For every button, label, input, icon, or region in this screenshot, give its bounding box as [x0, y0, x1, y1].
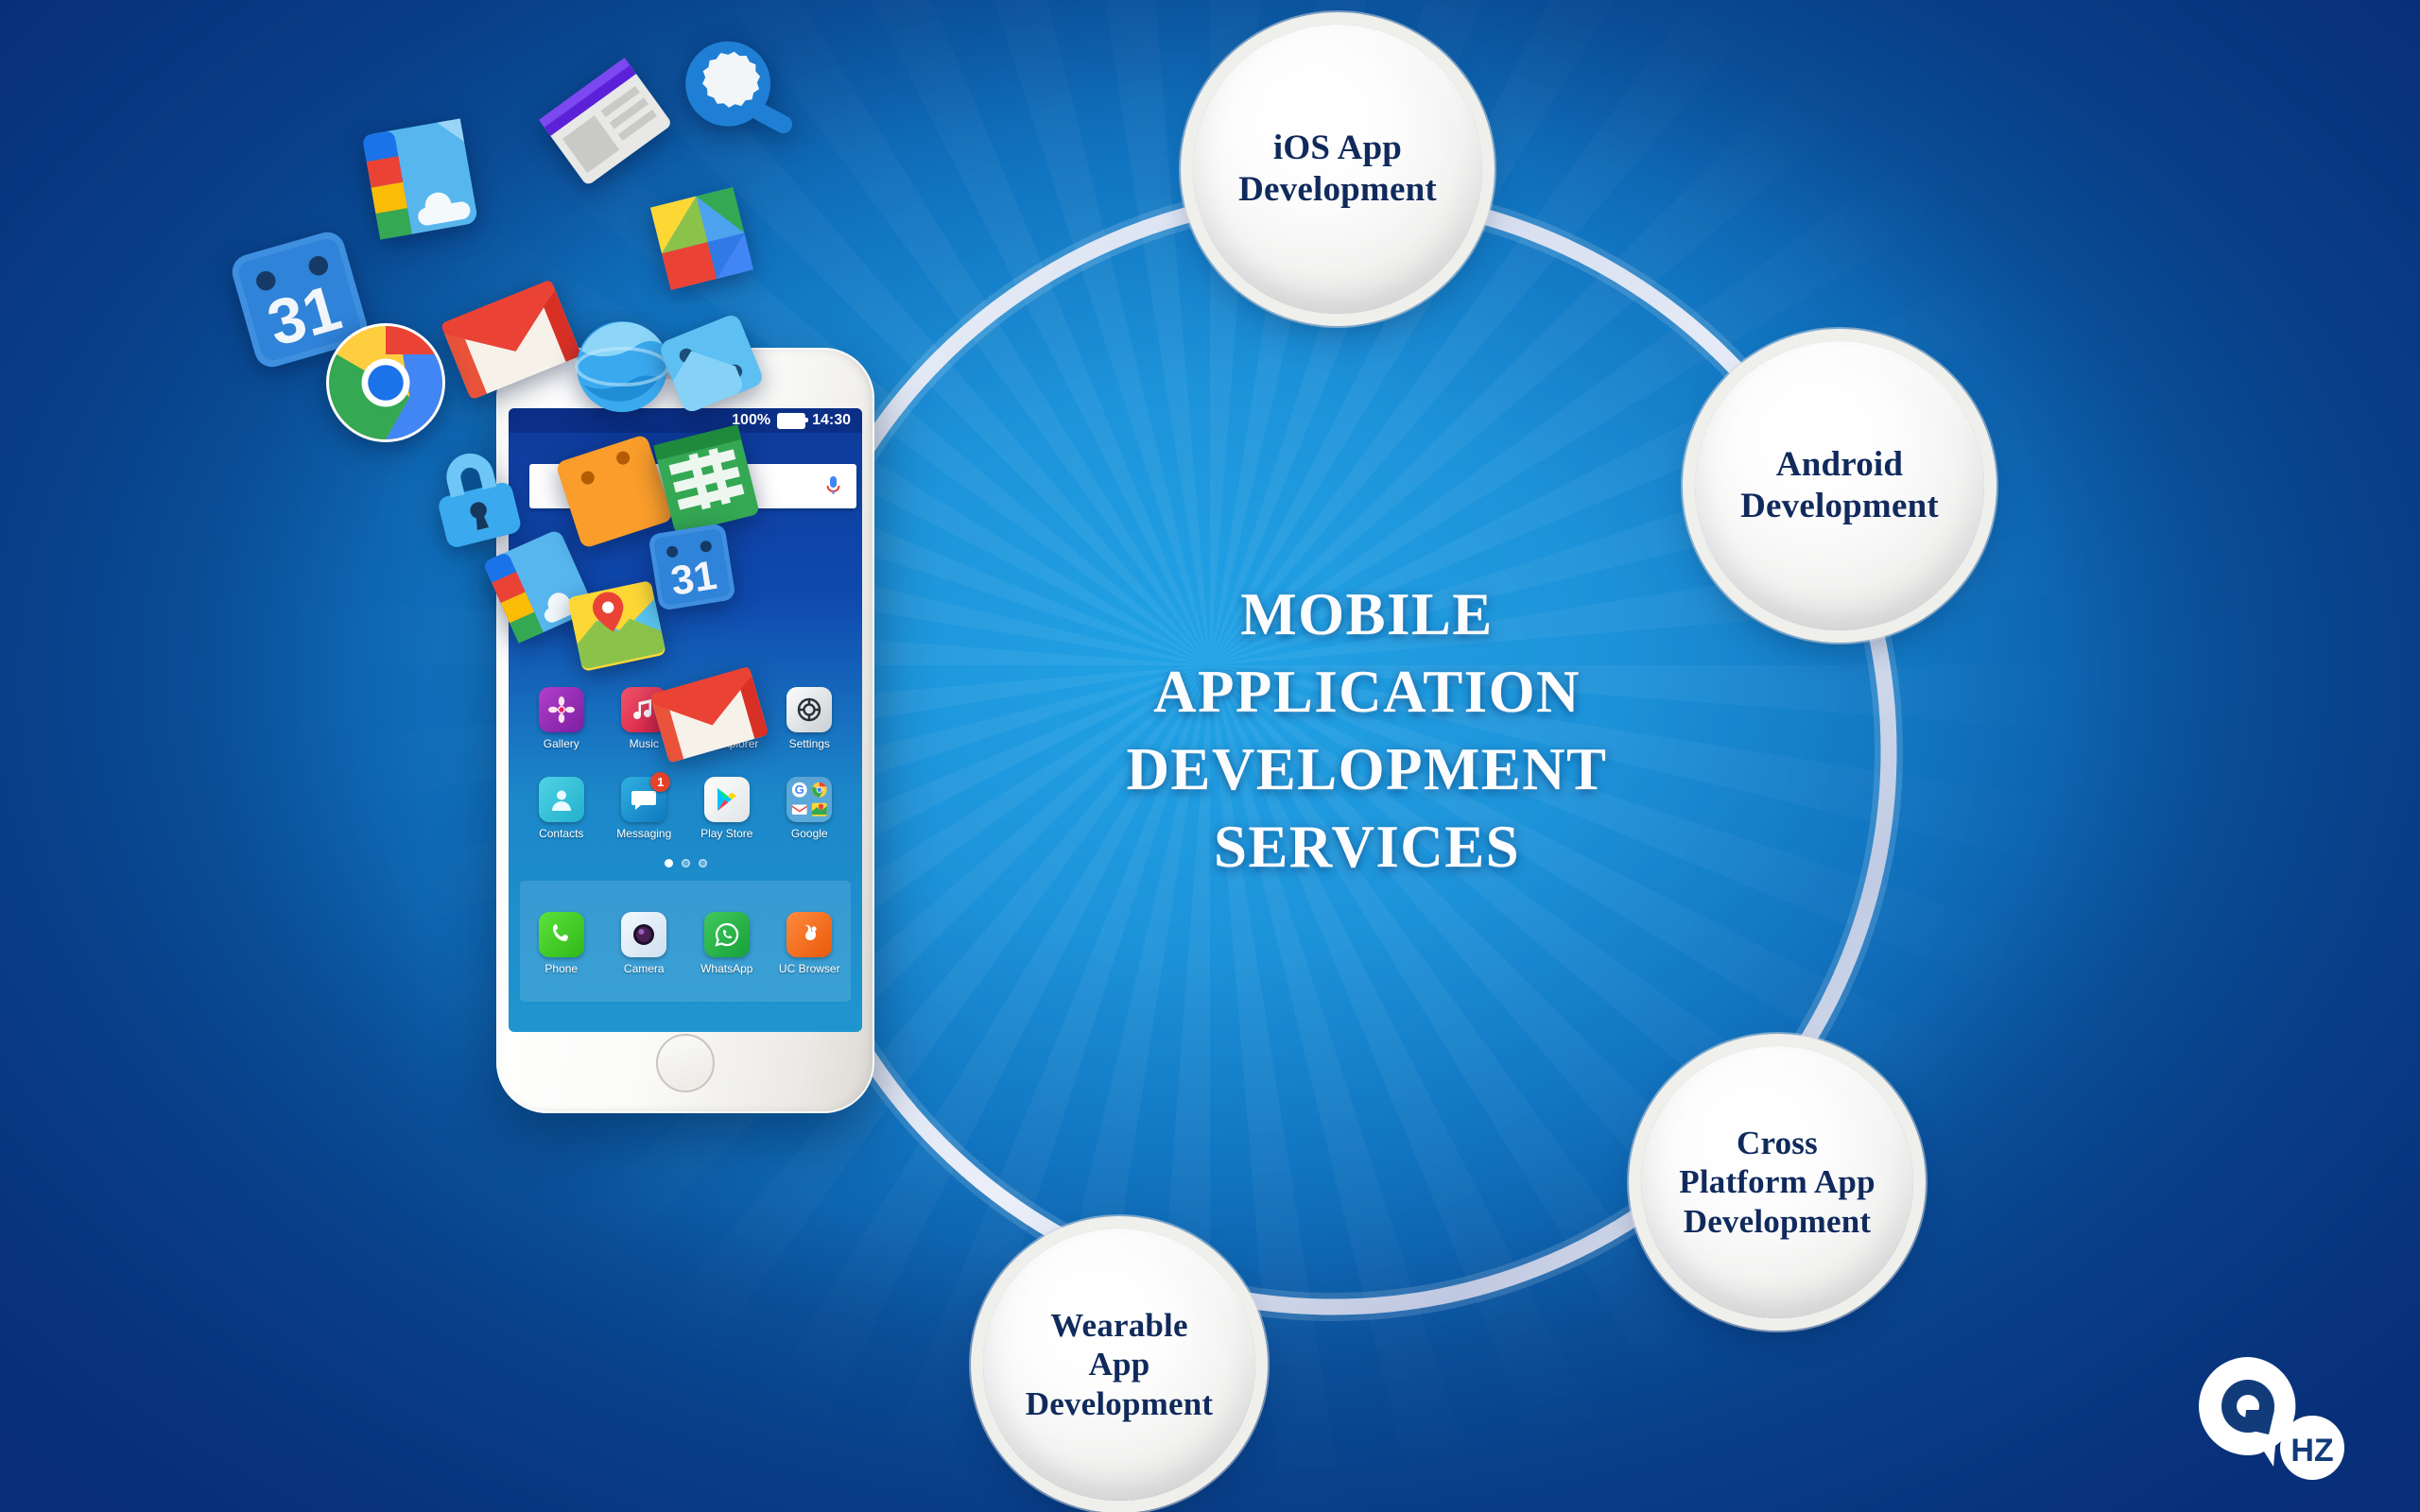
home-page-indicator	[509, 859, 862, 868]
page-dot-active[interactable]	[664, 859, 673, 868]
app-label: Messaging	[616, 827, 672, 840]
logo-suffix-label: HZ	[2290, 1433, 2333, 1469]
app-label: WhatsApp	[700, 961, 753, 975]
service-label-android: Android Development	[1740, 445, 1939, 525]
maps-icon	[811, 802, 827, 816]
page-dot[interactable]	[698, 859, 707, 868]
uc-browser-icon[interactable]	[786, 911, 833, 957]
microphone-icon[interactable]	[825, 475, 841, 498]
app-play-store[interactable]: Play Store	[691, 777, 763, 840]
app-contacts[interactable]: Contacts	[526, 777, 597, 840]
blue-camera-icon	[661, 315, 762, 412]
title-line-3: DEVELOPMENT	[1126, 735, 1608, 802]
service-label-ios: iOS App Development	[1238, 129, 1437, 209]
app-label: Contacts	[539, 827, 584, 840]
gmail-icon	[441, 281, 580, 399]
messaging-badge: 1	[650, 772, 671, 792]
svg-text:31: 31	[667, 553, 719, 605]
dock-app-camera[interactable]: Camera	[608, 911, 680, 975]
news-article-icon	[539, 58, 670, 184]
battery-icon	[777, 412, 809, 429]
chrome-icon	[326, 323, 445, 442]
home-button[interactable]	[656, 1034, 715, 1092]
app-label: Phone	[544, 961, 579, 975]
calendar-31-icon-2: 31	[649, 524, 735, 610]
service-circle-wearable[interactable]: Wearable App Development	[983, 1228, 1255, 1501]
play-store-icon[interactable]	[703, 777, 750, 822]
dock-app-phone[interactable]: Phone	[526, 911, 597, 975]
service-circle-android[interactable]: Android Development	[1695, 341, 1984, 630]
title-line-2: APPLICATION	[1153, 658, 1581, 725]
app-grid-row-2: Contacts 1 Messaging Play Store G Google	[520, 772, 851, 840]
service-label-cross-platform: Cross Platform App Development	[1679, 1125, 1876, 1240]
chrome-icon	[811, 782, 827, 798]
app-label: Settings	[788, 737, 830, 750]
dock-app-uc-browser[interactable]: UC Browser	[773, 911, 845, 975]
app-label: Play Store	[700, 827, 753, 840]
camera-icon[interactable]	[621, 911, 667, 957]
app-google-folder[interactable]: G Google	[773, 777, 845, 840]
app-messaging[interactable]: 1 Messaging	[608, 772, 680, 840]
app-label: UC Browser	[778, 961, 840, 975]
dock-app-whatsapp[interactable]: WhatsApp	[691, 911, 763, 975]
clock-label: 14:30	[812, 412, 851, 428]
google-folder-icon[interactable]: G	[786, 777, 833, 822]
phone-icon[interactable]	[538, 911, 584, 957]
app-settings[interactable]: Settings	[773, 687, 845, 750]
svg-text:G: G	[795, 782, 804, 797]
app-label: Google	[790, 827, 828, 840]
settings-search-icon	[685, 41, 793, 134]
title-line-1: MOBILE	[1240, 581, 1494, 647]
page-title: MOBILE APPLICATION DEVELOPMENT SERVICES	[998, 576, 1736, 886]
contacts-icon[interactable]	[538, 777, 584, 822]
page-dot[interactable]	[681, 859, 690, 868]
gallery-icon[interactable]	[538, 687, 584, 732]
app-gallery[interactable]: Gallery	[526, 687, 597, 750]
brand-logo[interactable]: HZ	[2191, 1349, 2352, 1491]
gmail-icon-2	[650, 667, 768, 763]
app-label: Gallery	[543, 737, 579, 750]
infographic-canvas: iOS App Development Android Development …	[0, 0, 2420, 1512]
service-circle-ios[interactable]: iOS App Development	[1193, 25, 1482, 314]
phone-dock: Phone Camera WhatsApp UC Browser	[520, 881, 851, 1002]
title-line-4: SERVICES	[1213, 813, 1521, 880]
service-label-wearable: Wearable App Development	[1025, 1307, 1214, 1422]
gmail-icon	[792, 804, 807, 815]
settings-icon[interactable]	[786, 687, 833, 732]
service-circle-cross-platform[interactable]: Cross Platform App Development	[1641, 1046, 1913, 1318]
app-label: Camera	[623, 961, 665, 975]
drive-doc-cloud-icon	[363, 118, 477, 240]
play-store-icon	[649, 186, 754, 291]
whatsapp-icon[interactable]	[703, 911, 750, 957]
google-g-icon: G	[792, 782, 807, 798]
